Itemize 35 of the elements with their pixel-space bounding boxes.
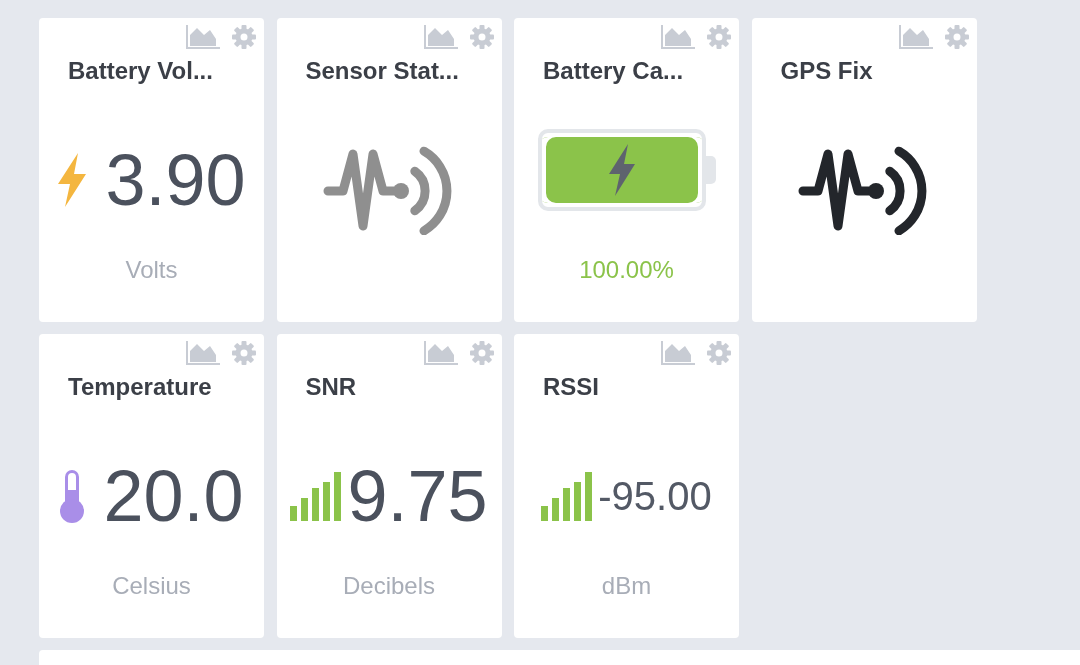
settings-icon[interactable] xyxy=(469,25,494,49)
widget-title: Battery Vol... xyxy=(68,56,213,86)
area-chart-icon[interactable] xyxy=(661,341,695,365)
reading-value: 3.90 xyxy=(105,140,246,220)
widget-title: GPS Fix xyxy=(780,56,873,86)
reading-value: 20.0 xyxy=(103,456,244,536)
widget-title: SNR xyxy=(305,372,357,402)
widget-title: RSSI xyxy=(543,372,599,402)
area-chart-icon[interactable] xyxy=(423,25,458,49)
reading-value: -95.00 xyxy=(598,473,712,520)
area-chart-icon[interactable] xyxy=(186,25,220,49)
battery-percent: 100.00% xyxy=(579,255,674,285)
settings-icon[interactable] xyxy=(232,341,256,365)
widget-title: Temperature xyxy=(68,372,212,402)
battery-terminal xyxy=(705,156,716,184)
area-chart-icon[interactable] xyxy=(186,341,220,365)
widget-title: Battery Ca... xyxy=(543,56,684,86)
widget-title: Sensor Stat... xyxy=(305,56,459,86)
area-chart-icon[interactable] xyxy=(661,25,695,49)
settings-icon[interactable] xyxy=(469,341,494,365)
signal-bars-icon xyxy=(290,471,343,521)
settings-icon[interactable] xyxy=(232,25,256,49)
unit-label: Decibels xyxy=(342,571,435,601)
lightning-bolt-icon xyxy=(57,153,88,207)
settings-icon[interactable] xyxy=(944,25,969,49)
reading-value: 9.75 xyxy=(347,456,488,536)
signal-bars-icon xyxy=(541,471,594,521)
thermometer-icon xyxy=(59,469,86,523)
area-chart-icon[interactable] xyxy=(423,341,458,365)
settings-icon[interactable] xyxy=(707,341,731,365)
area-chart-icon[interactable] xyxy=(898,25,933,49)
settings-icon[interactable] xyxy=(707,25,731,49)
unit-label: Celsius xyxy=(112,571,191,601)
unit-label: dBm xyxy=(601,571,652,601)
unit-label: Volts xyxy=(125,255,178,285)
